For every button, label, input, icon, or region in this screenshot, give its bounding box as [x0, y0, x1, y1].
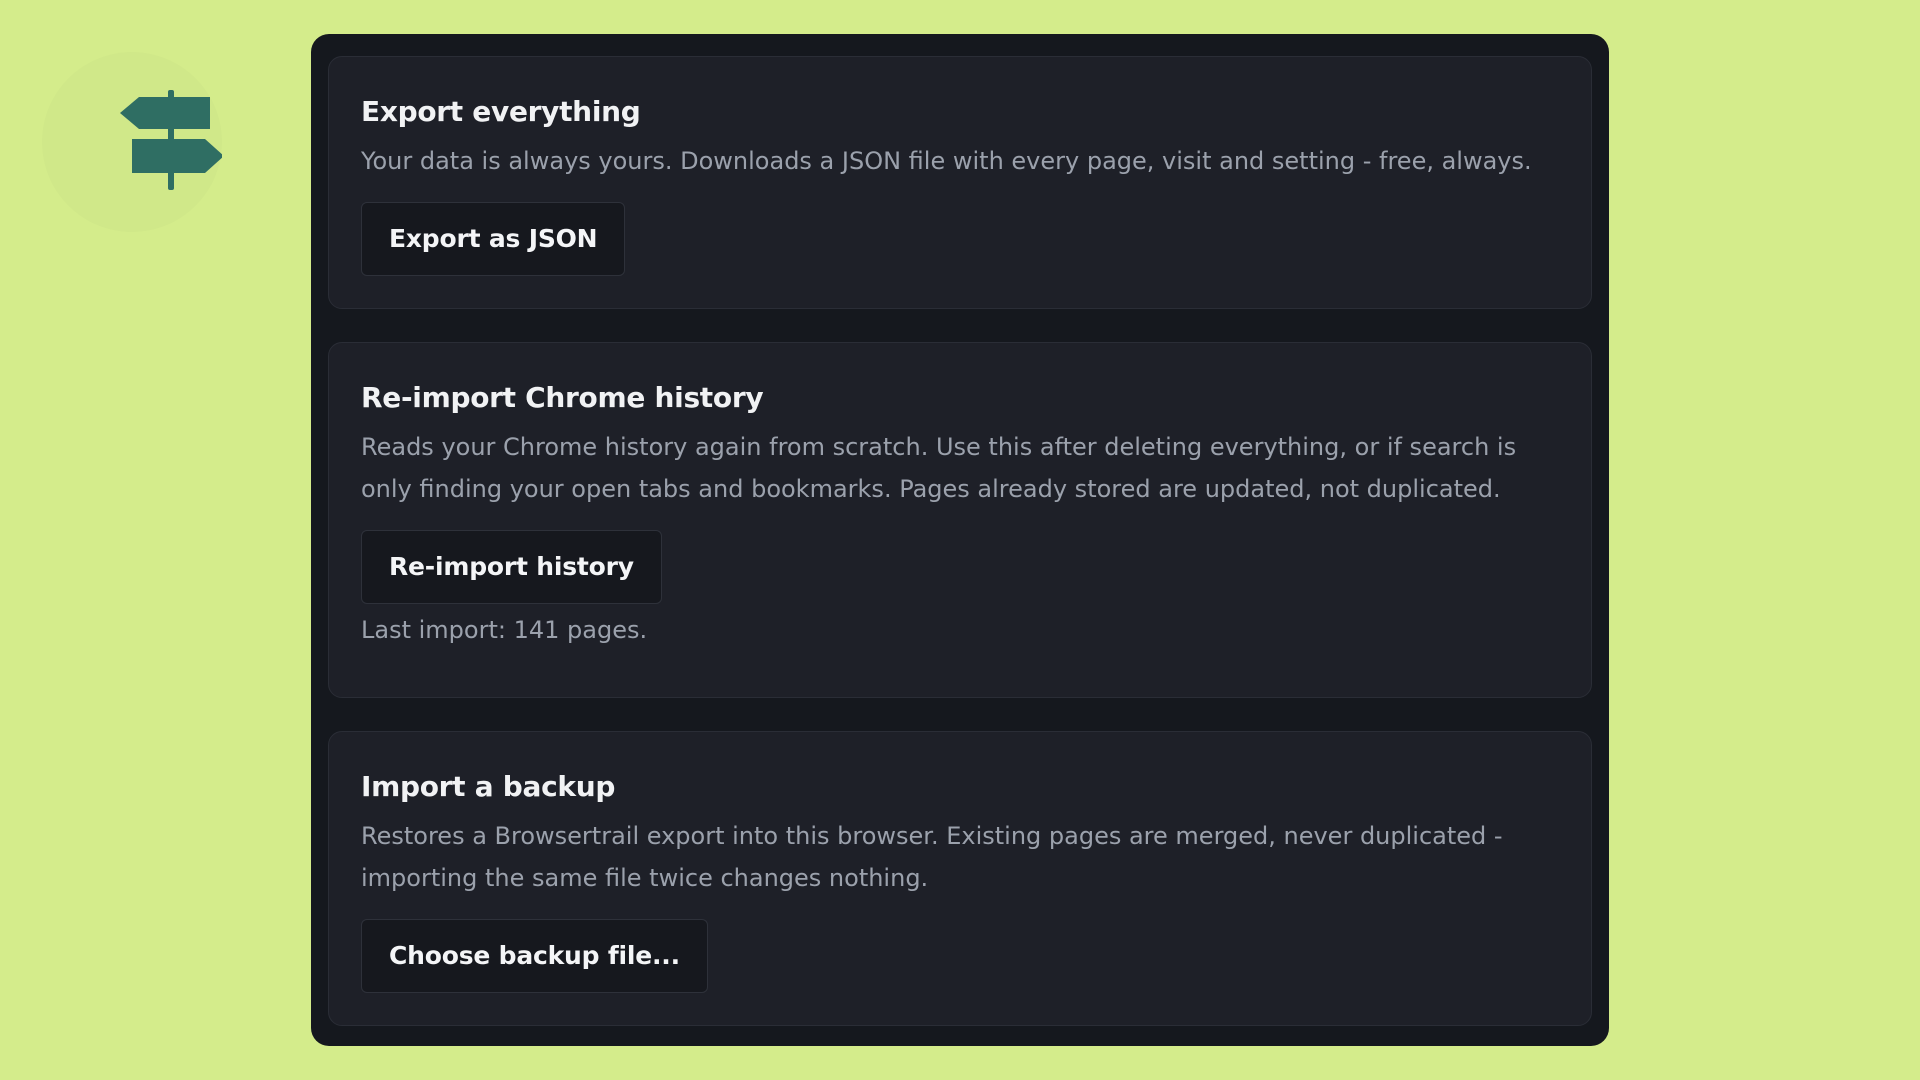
- reimport-history-button[interactable]: Re-import history: [361, 530, 662, 604]
- last-import-status: Last import: 141 pages.: [361, 616, 648, 644]
- choose-backup-file-button[interactable]: Choose backup file...: [361, 919, 708, 993]
- reimport-description: Reads your Chrome history again from scr…: [361, 433, 1517, 503]
- export-section: Export everything Your data is always yo…: [328, 56, 1592, 309]
- backup-section: Import a backup Restores a Browsertrail …: [328, 731, 1592, 1026]
- export-description: Your data is always yours. Downloads a J…: [361, 147, 1532, 175]
- backup-description: Restores a Browsertrail export into this…: [361, 822, 1503, 892]
- signpost-icon: [120, 90, 222, 190]
- backup-title: Import a backup: [361, 770, 616, 803]
- export-title: Export everything: [361, 95, 641, 128]
- app-logo: [42, 52, 222, 232]
- data-settings-panel: Export everything Your data is always yo…: [311, 34, 1609, 1046]
- reimport-title: Re-import Chrome history: [361, 381, 764, 414]
- export-json-button[interactable]: Export as JSON: [361, 202, 626, 276]
- reimport-section: Re-import Chrome history Reads your Chro…: [328, 342, 1592, 698]
